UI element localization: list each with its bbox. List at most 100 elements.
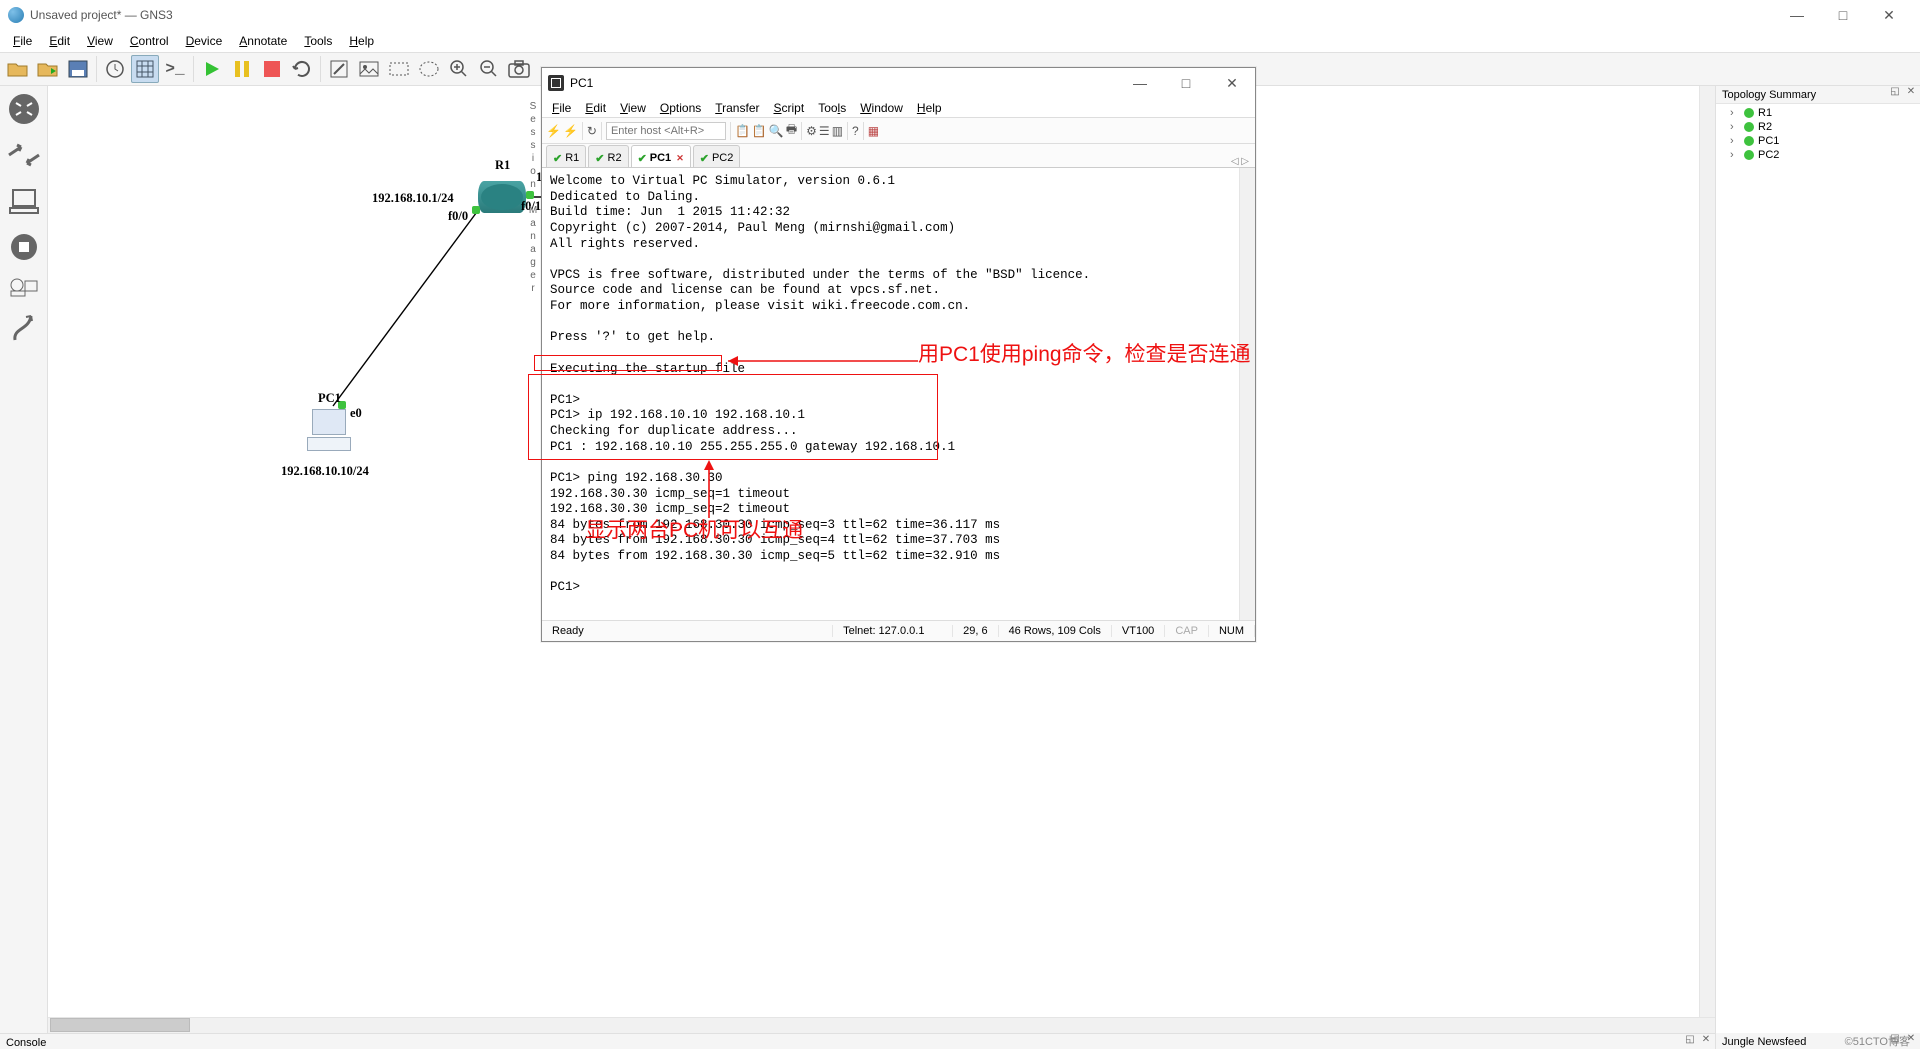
- open-project-icon[interactable]: [4, 55, 32, 83]
- terminal-scrollbar-v[interactable]: [1239, 168, 1255, 620]
- end-devices-icon[interactable]: [5, 182, 43, 220]
- term-menu-edit[interactable]: Edit: [585, 101, 606, 115]
- open-play-icon[interactable]: [34, 55, 62, 83]
- menu-device[interactable]: Device: [178, 32, 231, 50]
- play-icon[interactable]: [198, 55, 226, 83]
- status-ready: Ready: [542, 625, 833, 637]
- menu-tools[interactable]: Tools: [296, 32, 340, 50]
- console-icon[interactable]: >_: [161, 55, 189, 83]
- term-menu-file[interactable]: File: [552, 101, 571, 115]
- oval-icon[interactable]: [415, 55, 443, 83]
- save-icon[interactable]: [64, 55, 92, 83]
- terminal-minimize-button[interactable]: —: [1117, 68, 1163, 98]
- zoom-out-icon[interactable]: [475, 55, 503, 83]
- close-button[interactable]: ✕: [1866, 0, 1912, 30]
- topology-item[interactable]: PC2: [1720, 148, 1916, 162]
- rect-icon[interactable]: [385, 55, 413, 83]
- switches-icon[interactable]: [5, 136, 43, 174]
- term-menu-window[interactable]: Window: [860, 101, 903, 115]
- connect-icon[interactable]: ⚡: [563, 124, 578, 138]
- terminal-tab-r1[interactable]: ✔R1: [546, 145, 586, 167]
- terminal-tab-pc2[interactable]: ✔PC2: [693, 145, 741, 167]
- status-dot-icon: [1744, 150, 1754, 160]
- help-icon[interactable]: ?: [852, 124, 859, 138]
- security-icon[interactable]: [5, 228, 43, 266]
- menubar: File Edit View Control Device Annotate T…: [0, 30, 1920, 52]
- sessions-icon[interactable]: ☰: [819, 124, 830, 138]
- check-icon: ✔: [638, 152, 647, 165]
- new-tab-icon[interactable]: ▥: [832, 124, 843, 138]
- menu-view[interactable]: View: [79, 32, 121, 50]
- check-icon: ✔: [595, 152, 604, 165]
- terminal-tab-r2[interactable]: ✔R2: [588, 145, 628, 167]
- zoom-in-icon[interactable]: [445, 55, 473, 83]
- menu-edit[interactable]: Edit: [41, 32, 78, 50]
- grid-icon[interactable]: [131, 55, 159, 83]
- find-icon[interactable]: 🔍: [769, 124, 784, 138]
- term-menu-tools[interactable]: Tools: [818, 101, 846, 115]
- tab-nav-icon[interactable]: ◁ ▷: [1231, 156, 1255, 167]
- router-r1[interactable]: [478, 181, 526, 213]
- topology-summary-header: Topology Summary ◱✕: [1716, 86, 1920, 104]
- print-icon[interactable]: 🖶: [786, 120, 797, 141]
- reload-icon[interactable]: [288, 55, 316, 83]
- panel-close-icon[interactable]: ✕: [1699, 1034, 1713, 1045]
- menu-file[interactable]: File: [5, 32, 40, 50]
- maximize-button[interactable]: □: [1820, 0, 1866, 30]
- term-menu-help[interactable]: Help: [917, 101, 942, 115]
- terminal-toolbar: ⚡ ⚡ ↻ 📋📋 🔍 🖶 ⚙ ☰ ▥ ? ▦: [542, 118, 1255, 144]
- note-icon[interactable]: [325, 55, 353, 83]
- term-menu-script[interactable]: Script: [774, 101, 805, 115]
- term-menu-transfer[interactable]: Transfer: [715, 101, 759, 115]
- clock-icon[interactable]: [101, 55, 129, 83]
- quick-connect-icon[interactable]: ⚡: [546, 124, 561, 138]
- r1-left-ip: 192.168.10.1/24: [372, 191, 454, 206]
- settings-icon[interactable]: ⚙: [806, 124, 817, 138]
- terminal-title: PC1: [570, 76, 593, 90]
- stop-icon[interactable]: [258, 55, 286, 83]
- window-controls: — □ ✕: [1774, 0, 1912, 30]
- toolbar-extra-icon[interactable]: ▦: [868, 124, 879, 138]
- terminal-tab-pc1[interactable]: ✔PC1✕: [631, 145, 691, 167]
- status-num: NUM: [1209, 625, 1255, 637]
- pause-icon[interactable]: [228, 55, 256, 83]
- menu-annotate[interactable]: Annotate: [231, 32, 295, 50]
- terminal-output[interactable]: Welcome to Virtual PC Simulator, version…: [542, 168, 1255, 620]
- menu-control[interactable]: Control: [122, 32, 177, 50]
- panel-undock-icon[interactable]: ◱: [1683, 1034, 1697, 1045]
- host-input[interactable]: [606, 122, 726, 140]
- check-icon: ✔: [553, 152, 562, 165]
- tab-close-icon[interactable]: ✕: [676, 153, 684, 164]
- terminal-close-button[interactable]: ✕: [1209, 68, 1255, 98]
- link-tool-icon[interactable]: [5, 308, 43, 346]
- terminal-maximize-button[interactable]: □: [1163, 68, 1209, 98]
- canvas-scrollbar-h[interactable]: [48, 1017, 1715, 1033]
- menu-help[interactable]: Help: [341, 32, 382, 50]
- status-connection: Telnet: 127.0.0.1: [833, 625, 953, 637]
- panel-undock-icon[interactable]: ◱: [1888, 86, 1902, 97]
- topology-list: R1 R2 PC1 PC2: [1716, 104, 1920, 1033]
- all-devices-icon[interactable]: [5, 274, 43, 300]
- canvas-scrollbar-v[interactable]: [1699, 86, 1715, 1017]
- panel-close-icon[interactable]: ✕: [1904, 86, 1918, 97]
- terminal-titlebar[interactable]: PC1 — □ ✕: [542, 68, 1255, 98]
- image-icon[interactable]: [355, 55, 383, 83]
- status-term: VT100: [1112, 625, 1165, 637]
- term-menu-view[interactable]: View: [620, 101, 646, 115]
- pc1-node[interactable]: [306, 409, 352, 451]
- term-menu-options[interactable]: Options: [660, 101, 701, 115]
- topology-item[interactable]: R1: [1720, 106, 1916, 120]
- status-size: 46 Rows, 109 Cols: [999, 625, 1112, 637]
- minimize-button[interactable]: —: [1774, 0, 1820, 30]
- topology-item[interactable]: R2: [1720, 120, 1916, 134]
- copy-icon[interactable]: 📋: [735, 124, 750, 138]
- session-manager-tab[interactable]: Session Manager: [524, 100, 542, 295]
- pc1-ip: 192.168.10.10/24: [281, 464, 369, 479]
- routers-icon[interactable]: [5, 90, 43, 128]
- reconnect-icon[interactable]: ↻: [587, 124, 597, 138]
- app-titlebar: Unsaved project* — GNS3 — □ ✕: [0, 0, 1920, 30]
- screenshot-icon[interactable]: [505, 55, 533, 83]
- terminal-menubar: File Edit View Options Transfer Script T…: [542, 98, 1255, 118]
- paste-icon[interactable]: 📋: [752, 124, 767, 138]
- topology-item[interactable]: PC1: [1720, 134, 1916, 148]
